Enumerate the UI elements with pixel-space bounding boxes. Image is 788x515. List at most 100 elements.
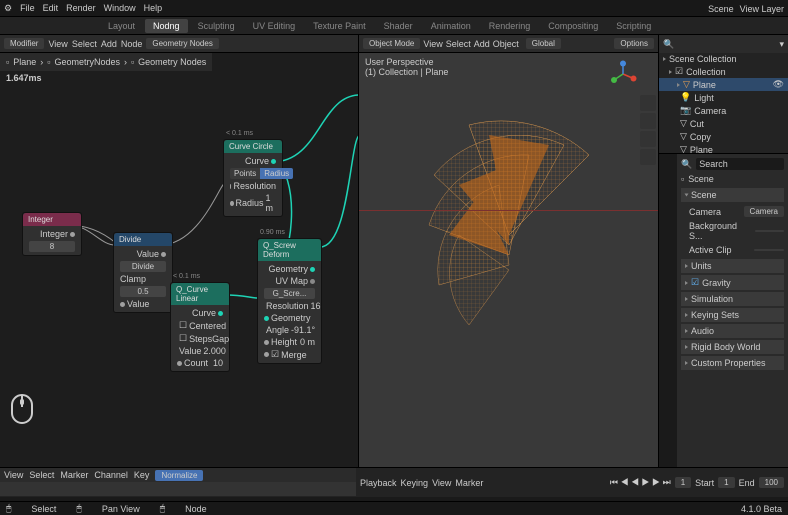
camera-icon[interactable] <box>640 131 656 147</box>
move-icon[interactable] <box>640 113 656 129</box>
start-frame[interactable]: 1 <box>718 477 734 488</box>
vp-add[interactable]: Add <box>474 39 490 49</box>
panel-rigid[interactable]: Rigid Body World <box>681 340 784 354</box>
properties-tabs[interactable] <box>659 154 677 467</box>
nodegroup-name[interactable]: Geometry Nodes <box>146 38 218 49</box>
count-field[interactable]: 10 <box>213 358 223 368</box>
clamp-check[interactable]: Clamp <box>120 274 146 284</box>
divide-value[interactable]: 0.5 <box>120 286 166 297</box>
tl-keying[interactable]: Keying <box>401 478 429 488</box>
panel-custom[interactable]: Custom Properties <box>681 356 784 370</box>
camera-picker[interactable]: Camera <box>744 206 784 217</box>
search-icon[interactable]: 🔍 <box>663 39 674 50</box>
menu-window[interactable]: Window <box>104 3 136 13</box>
timeline-editor[interactable]: Playback Keying View Marker ⏮ ◀ ◀ ▶ ▶ ⏭ … <box>356 467 788 497</box>
crumb-group[interactable]: Geometry Nodes <box>138 57 206 67</box>
mode-selector[interactable]: Object Mode <box>363 38 420 49</box>
dopesheet-editor[interactable]: View Select Marker Channel Key Normalize <box>0 467 356 497</box>
play-controls[interactable]: ⏮ ◀ ◀ ▶ ▶ ⏭ <box>610 477 671 488</box>
tab-compositing[interactable]: Compositing <box>540 19 606 33</box>
tab-sculpting[interactable]: Sculpting <box>190 19 243 33</box>
crumb-object[interactable]: Plane <box>13 57 36 67</box>
panel-scene[interactable]: Scene <box>681 188 784 202</box>
dopesheet-tracks[interactable] <box>0 482 356 496</box>
node-curve-linear[interactable]: < 0.1 ms Q_Curve Linear Curve ☐Centered … <box>170 282 230 372</box>
tree-item-copy[interactable]: ▽Copy <box>659 130 788 143</box>
scene-selector[interactable]: Scene <box>708 4 734 14</box>
header-add[interactable]: Add <box>101 39 117 49</box>
mode-radius[interactable]: Radius <box>260 168 293 179</box>
end-frame[interactable]: 100 <box>759 477 784 488</box>
vp-object[interactable]: Object <box>493 39 519 49</box>
dope-marker[interactable]: Marker <box>60 470 88 480</box>
zoom-icon[interactable] <box>640 95 656 111</box>
tab-nodng[interactable]: Nodng <box>145 19 188 33</box>
panel-gravity[interactable]: ☑Gravity <box>681 275 784 290</box>
menu-edit[interactable]: Edit <box>43 3 59 13</box>
outliner-tree[interactable]: Scene Collection ☑Collection ▽Plane👁 💡Li… <box>659 53 788 153</box>
props-search[interactable]: Search <box>696 158 784 170</box>
gscrew-field[interactable]: G_Scre... <box>264 288 315 299</box>
tab-shader[interactable]: Shader <box>376 19 421 33</box>
dope-channel[interactable]: Channel <box>94 470 128 480</box>
3d-viewport[interactable]: Object Mode View Select Add Object Globa… <box>358 35 658 467</box>
tl-marker[interactable]: Marker <box>455 478 483 488</box>
tab-rendering[interactable]: Rendering <box>481 19 539 33</box>
tab-animation[interactable]: Animation <box>423 19 479 33</box>
perspective-icon[interactable] <box>640 149 656 165</box>
normalize-button[interactable]: Normalize <box>155 470 203 481</box>
panel-simulation[interactable]: Simulation <box>681 292 784 306</box>
vp-view[interactable]: View <box>423 39 442 49</box>
centered-check[interactable]: Centered <box>189 321 226 331</box>
menu-help[interactable]: Help <box>144 3 163 13</box>
header-node[interactable]: Node <box>121 39 143 49</box>
dope-key[interactable]: Key <box>134 470 150 480</box>
tree-item-light[interactable]: 💡Light <box>659 91 788 104</box>
node-curve-circle[interactable]: < 0.1 ms Curve Circle Curve Points Radiu… <box>223 139 283 217</box>
node-divide[interactable]: Divide Value Divide Clamp 0.5 Value <box>113 232 173 313</box>
modifier-dropdown[interactable]: Modifier <box>4 38 44 49</box>
angle-value[interactable]: -91.1° <box>291 325 315 335</box>
value-field[interactable]: 2.000 <box>203 346 226 356</box>
tree-item-plane[interactable]: ▽Plane👁 <box>659 78 788 91</box>
dope-select[interactable]: Select <box>29 470 54 480</box>
tab-uvediting[interactable]: UV Editing <box>245 19 304 33</box>
scene-datablock[interactable]: Scene <box>688 174 714 184</box>
orientation-selector[interactable]: Global <box>526 38 561 49</box>
header-view[interactable]: View <box>48 39 67 49</box>
tree-collection[interactable]: ☑Collection <box>659 65 788 78</box>
integer-value[interactable]: 8 <box>29 241 75 252</box>
dope-view[interactable]: View <box>4 470 23 480</box>
tree-item-camera[interactable]: 📷Camera <box>659 104 788 117</box>
vp-select[interactable]: Select <box>446 39 471 49</box>
stepsgap-check[interactable]: StepsGap <box>189 334 229 344</box>
merge-check[interactable]: Merge <box>281 350 307 360</box>
viewlayer-selector[interactable]: View Layer <box>740 4 784 14</box>
activeclip-picker[interactable] <box>754 249 784 251</box>
crumb-modifier[interactable]: GeometryNodes <box>54 57 120 67</box>
tab-layout[interactable]: Layout <box>100 19 143 33</box>
math-op[interactable]: Divide <box>120 261 166 272</box>
panel-audio[interactable]: Audio <box>681 324 784 338</box>
tl-playback[interactable]: Playback <box>360 478 397 488</box>
tree-scene-collection[interactable]: Scene Collection <box>659 53 788 65</box>
height-value[interactable]: 0 m <box>300 337 315 347</box>
tree-item-cut[interactable]: ▽Cut <box>659 117 788 130</box>
tab-scripting[interactable]: Scripting <box>608 19 659 33</box>
header-select[interactable]: Select <box>72 39 97 49</box>
menu-render[interactable]: Render <box>66 3 96 13</box>
navigation-gizmo[interactable] <box>608 59 638 89</box>
bg-scene-picker[interactable] <box>755 230 784 232</box>
tree-item-plane2[interactable]: ▽Plane <box>659 143 788 153</box>
options-button[interactable]: Options <box>614 38 654 49</box>
tab-texturepaint[interactable]: Texture Paint <box>305 19 374 33</box>
geometry-node-editor[interactable]: Modifier View Select Add Node Geometry N… <box>0 35 358 467</box>
menu-file[interactable]: File <box>20 3 35 13</box>
radius-value[interactable]: 1 m <box>266 193 276 213</box>
res-value[interactable]: 16 <box>311 301 321 311</box>
panel-keying[interactable]: Keying Sets <box>681 308 784 322</box>
panel-units[interactable]: Units <box>681 259 784 273</box>
node-integer[interactable]: Integer Integer 8 <box>22 212 82 256</box>
tl-view[interactable]: View <box>432 478 451 488</box>
node-screw-deform[interactable]: 0.90 ms Q_Screw Deform Geometry UV Map G… <box>257 238 322 364</box>
